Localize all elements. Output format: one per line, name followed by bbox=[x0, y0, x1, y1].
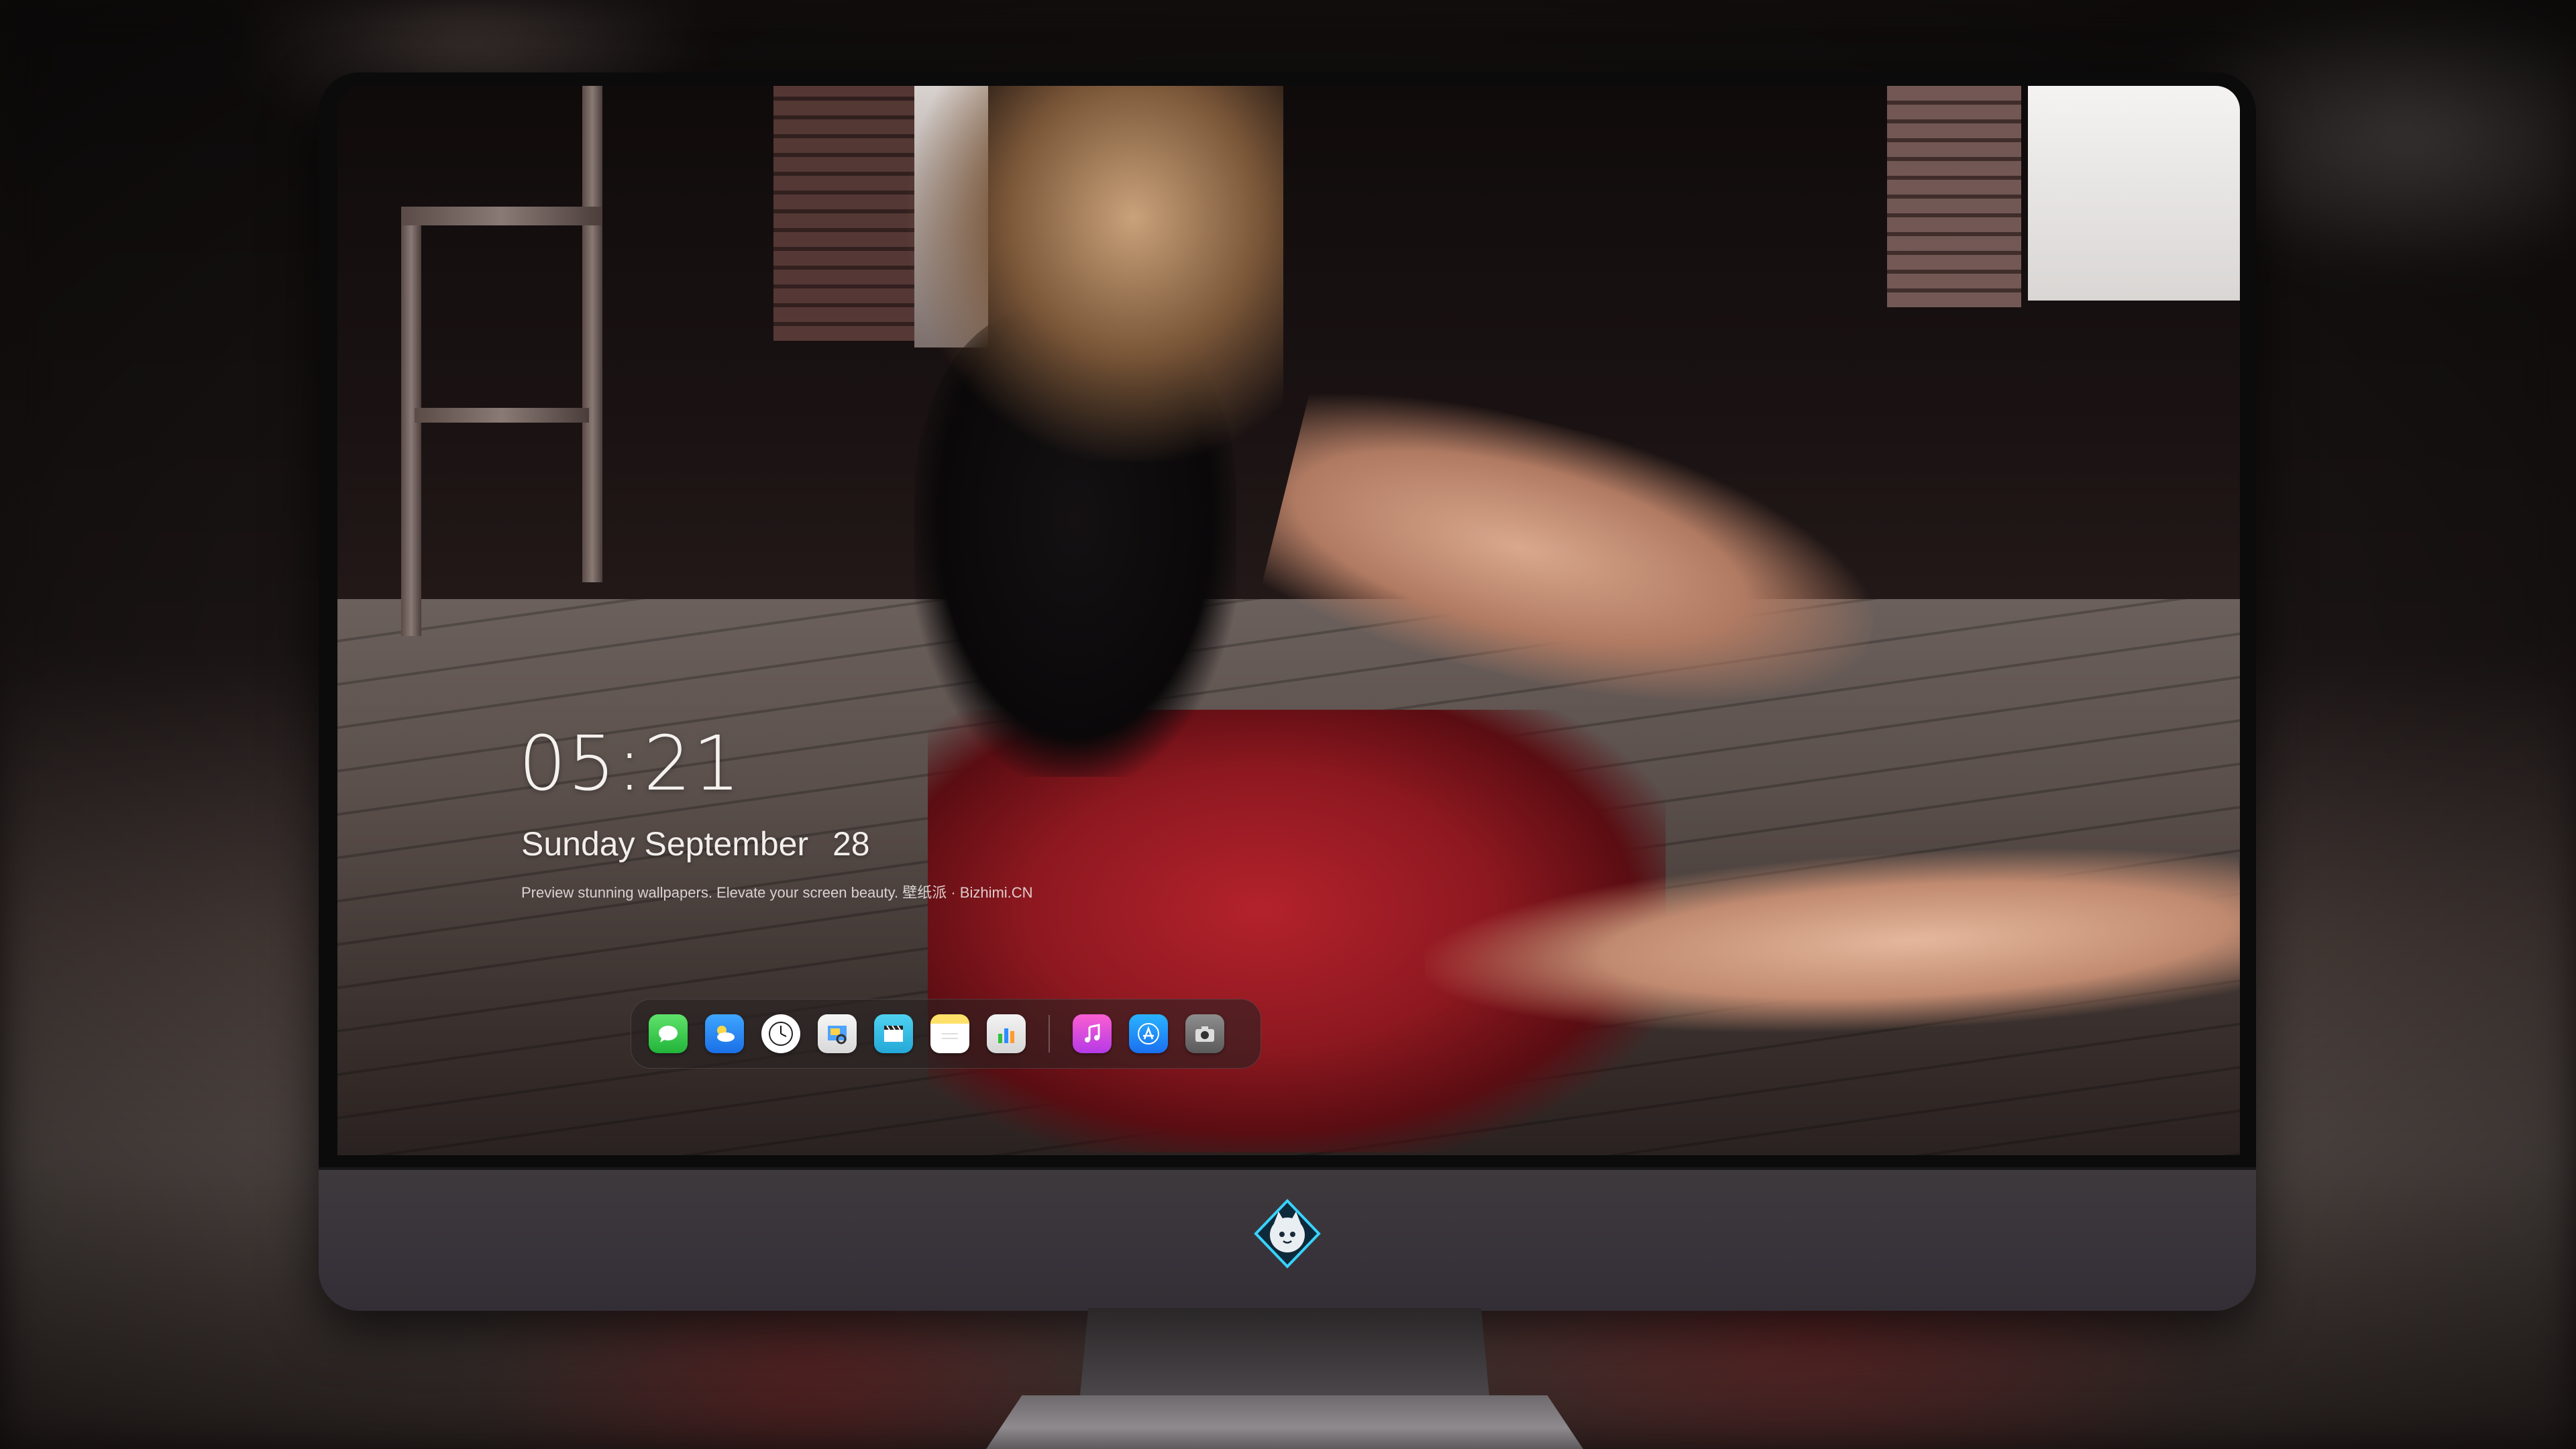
monitor-stand-neck bbox=[1080, 1308, 1489, 1395]
weather-icon[interactable] bbox=[705, 1014, 744, 1053]
clips-icon[interactable] bbox=[874, 1014, 913, 1053]
lock-date: Sunday September 28 bbox=[521, 827, 870, 861]
app-store-icon[interactable] bbox=[1129, 1014, 1168, 1053]
lock-caption: Preview stunning wallpapers. Elevate you… bbox=[521, 884, 1033, 901]
lock-day: 28 bbox=[833, 825, 870, 863]
dock bbox=[631, 999, 1261, 1069]
camera-icon[interactable] bbox=[1185, 1014, 1224, 1053]
wallpaper-brick-pillar-right bbox=[1887, 86, 2021, 307]
lock-weekday: Sunday bbox=[521, 825, 635, 863]
wallpaper-window-right bbox=[2028, 86, 2240, 301]
fox-mascot-logo bbox=[1252, 1198, 1323, 1269]
clock-icon[interactable] bbox=[761, 1014, 800, 1053]
dock-separator bbox=[1049, 1015, 1050, 1053]
lock-time: 05:21 bbox=[519, 720, 742, 808]
notes-icon[interactable] bbox=[930, 1014, 969, 1053]
lock-month: September bbox=[644, 825, 809, 863]
music-icon[interactable] bbox=[1073, 1014, 1112, 1053]
messages-icon[interactable] bbox=[649, 1014, 688, 1053]
wallpaper-chair bbox=[401, 86, 602, 636]
wallpaper-brick-pillar bbox=[773, 86, 914, 341]
monitor-stand-base bbox=[986, 1395, 1583, 1449]
wallpaper-hair bbox=[908, 86, 1283, 462]
numbers-icon[interactable] bbox=[987, 1014, 1026, 1053]
preview-icon[interactable] bbox=[818, 1014, 857, 1053]
desktop-screen: 05:21 Sunday September 28 Preview stunni… bbox=[337, 86, 2240, 1155]
